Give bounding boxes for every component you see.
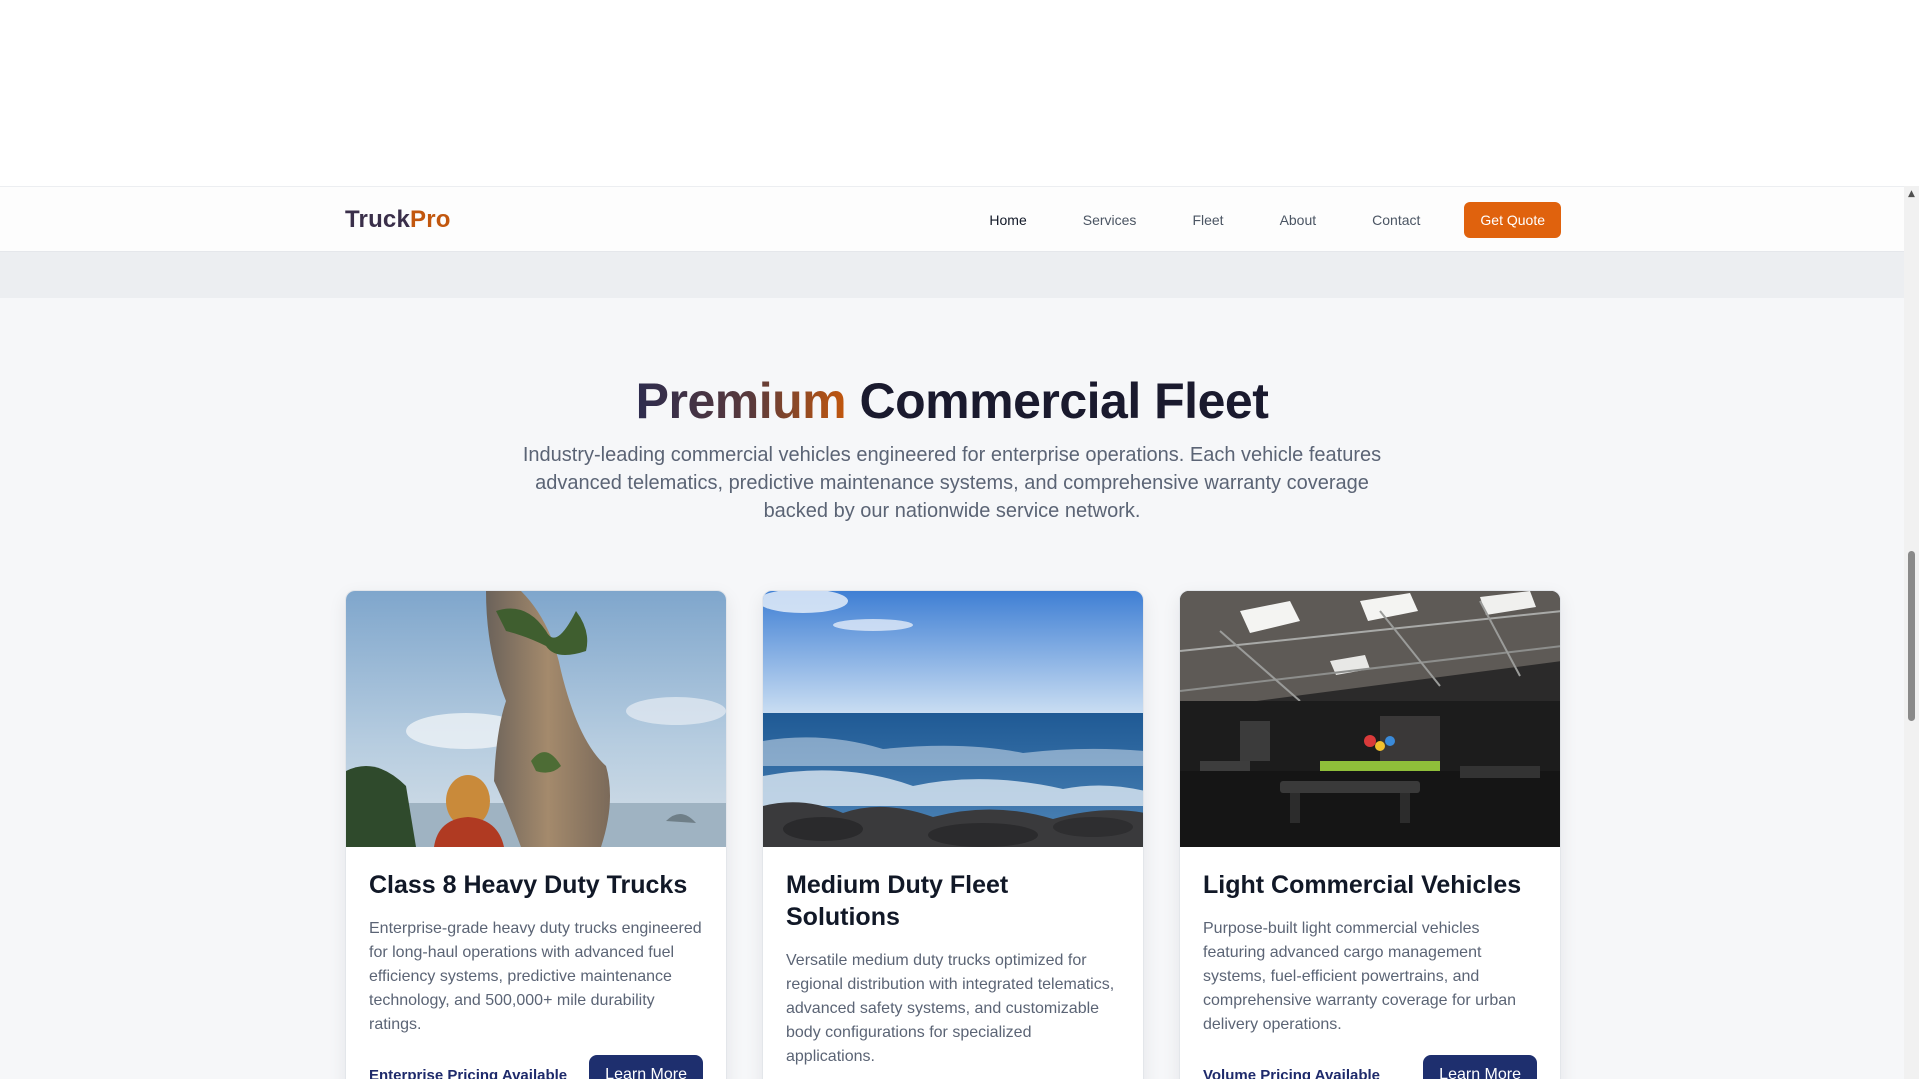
fleet-cards: Class 8 Heavy Duty Trucks Enterprise-gra… <box>345 590 1561 1079</box>
nav-link-home[interactable]: Home <box>989 212 1026 228</box>
limestone-sea-stack-image <box>346 591 726 847</box>
hero-band <box>0 252 1904 298</box>
nav-links: Home Services Fleet About Contact Get Qu… <box>933 202 1561 238</box>
top-blank-area <box>0 0 1904 186</box>
pricing-label: Enterprise Pricing Available <box>369 1066 568 1079</box>
industrial-gym-interior-photo <box>1180 591 1560 847</box>
section-lead: Industry-leading commercial vehicles eng… <box>522 444 1382 522</box>
card-body: Light Commercial Vehicles Purpose-built … <box>1180 847 1560 1079</box>
scrollbar-thumb[interactable] <box>1908 551 1915 721</box>
learn-more-button[interactable]: Learn More <box>589 1055 703 1079</box>
section-heading: Premium Commercial Fleet <box>0 372 1904 430</box>
get-quote-button[interactable]: Get Quote <box>1464 202 1561 238</box>
nav-link-fleet[interactable]: Fleet <box>1192 212 1223 228</box>
learn-more-button[interactable]: Learn More <box>1423 1055 1537 1079</box>
ocean-rocky-shore-image <box>763 591 1143 847</box>
fleet-card-medium-duty: Medium Duty Fleet Solutions Versatile me… <box>762 590 1144 1079</box>
card-title: Class 8 Heavy Duty Trucks <box>369 871 688 899</box>
heading-rest: Commercial Fleet <box>846 373 1269 429</box>
brand-logo[interactable]: TruckPro <box>345 206 451 234</box>
industrial-gym-interior-image <box>1180 591 1560 847</box>
card-footer: Enterprise Pricing Available Learn More <box>369 1055 703 1079</box>
nav-link-about[interactable]: About <box>1280 212 1317 228</box>
nav-link-contact[interactable]: Contact <box>1372 212 1420 228</box>
card-title: Medium Duty Fleet Solutions <box>786 871 1009 931</box>
card-footer: Volume Pricing Available Learn More <box>1203 1055 1537 1079</box>
ocean-rocky-shore-photo <box>763 591 1143 847</box>
fleet-card-light-commercial: Light Commercial Vehicles Purpose-built … <box>1179 590 1561 1079</box>
heading-highlight: Premium <box>635 373 847 429</box>
pricing-label: Volume Pricing Available <box>1203 1066 1380 1079</box>
card-title: Light Commercial Vehicles <box>1203 871 1522 899</box>
navbar: TruckPro Home Services Fleet About Conta… <box>0 186 1904 252</box>
navbar-inner: TruckPro Home Services Fleet About Conta… <box>345 187 1561 253</box>
scroll-up-arrow-icon[interactable]: ▲ <box>1904 188 1919 200</box>
card-body: Class 8 Heavy Duty Trucks Enterprise-gra… <box>346 847 726 1079</box>
brand-logo-part1: Truck <box>345 206 411 233</box>
card-body: Medium Duty Fleet Solutions Versatile me… <box>763 847 1143 1069</box>
nav-link-services[interactable]: Services <box>1083 212 1137 228</box>
fleet-card-heavy-duty: Class 8 Heavy Duty Trucks Enterprise-gra… <box>345 590 727 1079</box>
limestone-sea-stack-photo <box>346 591 726 847</box>
card-description: Versatile medium duty trucks optimized f… <box>786 952 1115 1065</box>
page-scrollbar[interactable]: ▲ <box>1904 186 1919 1079</box>
card-description: Enterprise-grade heavy duty trucks engin… <box>369 920 702 1033</box>
card-description: Purpose-built light commercial vehicles … <box>1203 920 1517 1033</box>
page: TruckPro Home Services Fleet About Conta… <box>0 0 1919 1079</box>
brand-logo-part2: Pro <box>410 206 451 233</box>
